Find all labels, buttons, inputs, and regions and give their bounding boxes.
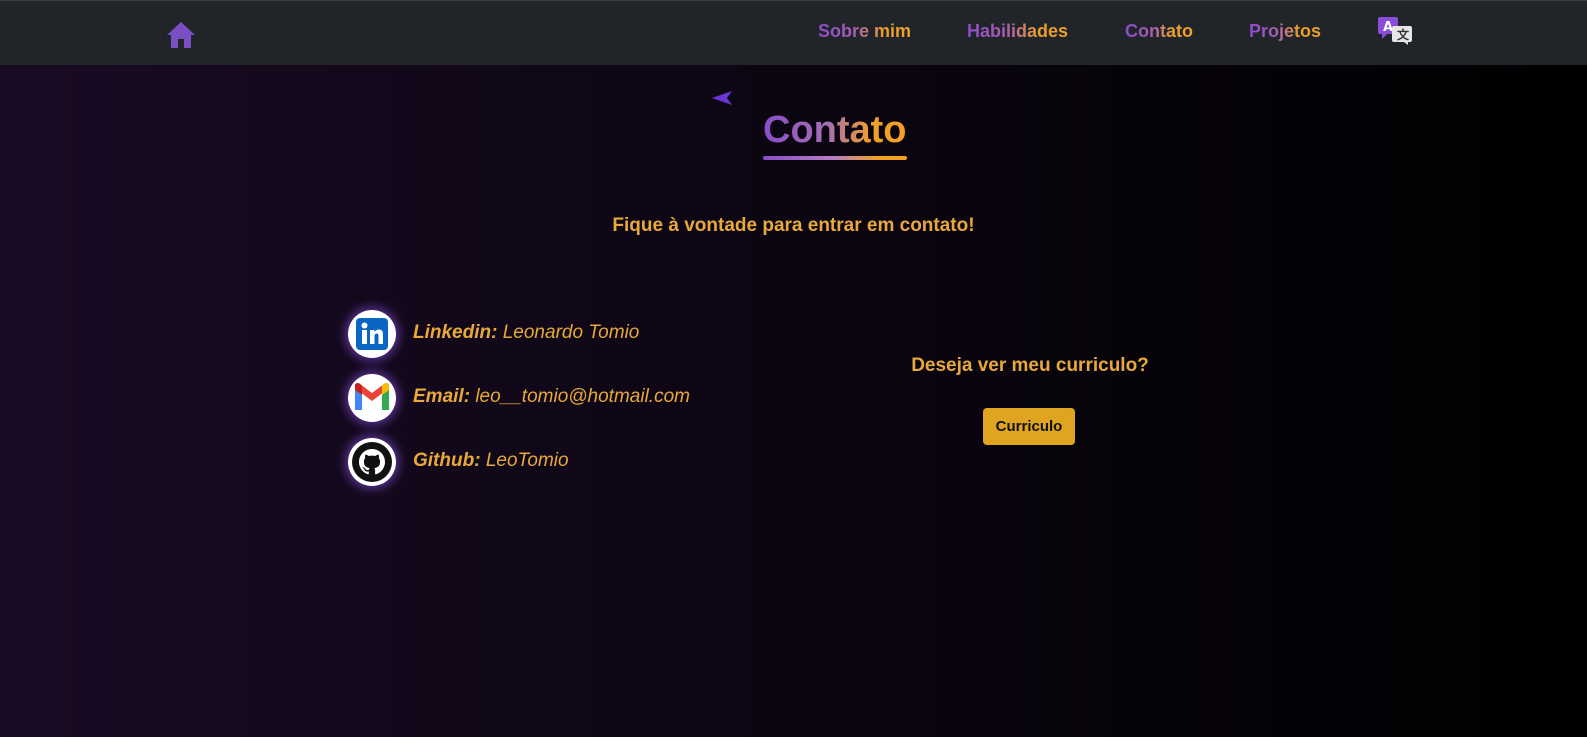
contact-item-github[interactable]: Github: LeoTomio [348,438,708,486]
page-title: Contato [763,106,907,154]
contact-text-email: Email: leo__tomio@hotmail.com [413,386,690,408]
contact-item-linkedin[interactable]: Linkedin: Leonardo Tomio [348,310,708,358]
github-icon [348,438,396,486]
contact-label: Github: [413,450,481,471]
translate-icon[interactable]: A 文 [1378,17,1414,45]
svg-text:文: 文 [1397,27,1410,42]
cv-question: Deseja ver meu curriculo? [911,355,1149,376]
nav-link-sobre-mim[interactable]: Sobre mim [818,21,911,42]
nav-link-contato[interactable]: Contato [1125,21,1193,42]
contact-text-linkedin: Linkedin: Leonardo Tomio [413,322,639,344]
page-subtitle: Fique à vontade para entrar em contato! [612,215,975,236]
contact-item-email[interactable]: Email: leo__tomio@hotmail.com [348,374,708,422]
contact-value: Leonardo Tomio [502,322,640,343]
nav-link-habilidades[interactable]: Habilidades [967,21,1068,42]
curriculo-button[interactable]: Curriculo [983,408,1075,445]
contact-value: LeoTomio [485,450,569,471]
contact-text-github: Github: LeoTomio [413,450,569,472]
navbar: Sobre mim Habilidades Contato Projetos A… [0,0,1587,65]
contact-value: leo__tomio@hotmail.com [475,386,690,407]
contact-label: Linkedin: [413,322,498,343]
contact-label: Email: [413,386,471,407]
back-arrow-icon[interactable] [712,91,734,105]
linkedin-icon [348,310,396,358]
page-title-block: Contato [763,106,907,160]
home-icon[interactable] [166,21,196,49]
gmail-icon [348,374,396,422]
title-underline [763,156,907,160]
svg-text:A: A [1383,20,1393,35]
nav-link-projetos[interactable]: Projetos [1249,21,1321,42]
